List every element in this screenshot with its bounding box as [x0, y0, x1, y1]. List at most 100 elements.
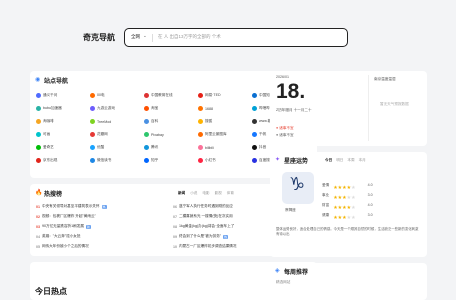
hot-title: 内蒙古一厂区爆炸初步调查结果情况: [179, 244, 237, 248]
hot-title: 网传大年份被小个之后的情况: [42, 244, 89, 248]
site-link[interactable]: Pixabay: [144, 132, 164, 137]
site-link[interactable]: 00电: [90, 93, 105, 98]
site-link[interactable]: 小红书: [198, 158, 216, 163]
site-icon: [144, 145, 149, 150]
site-link[interactable]: 抖音: [252, 145, 266, 150]
hot-item[interactable]: 04 英媒："大云奔"逗小女抚: [36, 234, 81, 239]
site-label: bilibili: [205, 145, 214, 150]
search-scope[interactable]: 全网: [131, 34, 140, 40]
hot-item[interactable]: 10 内蒙古一厂区爆炸初步调查结果情况: [173, 244, 237, 249]
site-label: 网易·TED: [205, 93, 221, 97]
sign-image: ♑: [282, 172, 314, 204]
tab-tv[interactable]: 影视: [215, 191, 222, 196]
site-link[interactable]: bilibili: [198, 145, 214, 150]
site-link[interactable]: 搜狐: [198, 119, 212, 124]
site-label: 优酷: [97, 145, 105, 149]
capricorn-icon: ♑: [289, 174, 306, 194]
horoscope-card: ✦ 星座运势 今日 明日 本周 本月 ♑ 摩羯座 爱情 ★★★★★ 4.0 事业 ★★★…: [270, 152, 427, 257]
card-title: 热搜榜: [44, 192, 63, 198]
compass-icon: ◉: [35, 77, 41, 83]
site-icon: [144, 158, 149, 163]
site-icon: [36, 106, 41, 111]
site-link[interactable]: 通义千问: [36, 93, 57, 98]
hot-tabs: 新闻 小说 电影 影视 体育: [178, 191, 234, 196]
site-link[interactable]: 九游云游戏: [90, 106, 115, 111]
site-icon: [144, 119, 149, 124]
site-link[interactable]: 优酷: [90, 145, 104, 150]
site-link[interactable]: 千帆: [252, 132, 266, 137]
site-label: 搜狐: [205, 119, 213, 123]
horoscope-score: 3.0: [367, 213, 373, 217]
chevron-down-icon[interactable]: ⌄: [143, 33, 147, 39]
site-link[interactable]: 淘宝: [144, 106, 158, 111]
site-link[interactable]: 可画: [36, 132, 50, 137]
hot-rank: 03: [36, 224, 40, 229]
hot-rank: 06: [173, 204, 177, 209]
search-input[interactable]: 在 人 出自13万字的全部的 个术: [158, 34, 221, 40]
site-link[interactable]: 爱奇艺: [36, 145, 54, 150]
tab-tomorrow[interactable]: 明日: [336, 158, 343, 163]
site-logo[interactable]: 奇克导航: [83, 32, 115, 43]
site-link[interactable]: 网易·TED: [198, 93, 221, 98]
search-box[interactable]: 全网 ⌄ 在 人 出自13万字的全部的 个术: [124, 28, 348, 47]
site-icon: [198, 119, 203, 124]
site-icon: [252, 106, 257, 111]
hot-title: 中央有关领导对甚至平建筑表示关怀: [42, 204, 100, 208]
site-label: 腾讯: [151, 145, 159, 149]
site-link[interactable]: 中国教育在线: [144, 93, 173, 98]
weekly-recommend-card: ◈ 每周推荐 精选网站: [270, 263, 427, 300]
hot-item[interactable]: 02 视频：包裹厂区爆炸 升起"黄雨云": [36, 214, 96, 219]
site-label: 京东出现: [43, 158, 58, 162]
site-label: 抖音: [259, 145, 267, 149]
site-label: 淘宝: [151, 106, 159, 110]
calendar-day: 18.: [276, 80, 305, 104]
site-label: 阿里云景图库: [205, 132, 227, 136]
hot-title: 视频：包裹厂区爆炸 升起"黄雨云": [42, 214, 96, 218]
hot-item[interactable]: 08 1kg黄金(kg)办(kg)将会·全面车上了: [173, 224, 234, 229]
site-link[interactable]: 微信读书: [90, 158, 111, 163]
site-link[interactable]: 知乎: [144, 158, 158, 163]
hot-item[interactable]: 06 遂宁军人执行任务时遇到刚的反应: [173, 204, 233, 209]
lunar-date: Z历年腊月 十一月二十: [276, 108, 312, 112]
site-icon: [252, 119, 257, 124]
site-label: 知乎: [151, 158, 159, 162]
site-link[interactable]: 京东出现: [36, 158, 57, 163]
site-icon: [90, 106, 95, 111]
site-link[interactable]: TreeMod: [90, 119, 111, 124]
card-title: 星座运势: [284, 159, 309, 165]
tab-novel[interactable]: 小说: [190, 191, 197, 196]
calendar-month: 2026/01: [276, 75, 289, 79]
hot-rank: 10: [173, 244, 177, 249]
site-icon: [90, 132, 95, 137]
rocket-icon: ◈: [275, 268, 280, 274]
hot-title: 终会到了什么是"被为劳务": [179, 234, 222, 238]
site-label: 00电: [97, 93, 105, 97]
site-icon: [90, 145, 95, 150]
tab-today[interactable]: 今日: [325, 158, 332, 163]
tab-sports[interactable]: 体育: [227, 191, 234, 196]
top-bar: 奇克导航 全网 ⌄ 在 人 出自13万字的全部的 个术: [0, 0, 456, 64]
tab-month[interactable]: 本月: [359, 158, 366, 163]
hot-rank: 01: [36, 204, 40, 209]
site-link[interactable]: 花瓣网: [90, 132, 108, 137]
fire-icon: 🔥: [35, 190, 43, 196]
site-link[interactable]: 腾讯: [144, 145, 158, 150]
hot-item[interactable]: 07 二模喜销系光 一楼情(快)在次实用: [173, 214, 233, 219]
star-icon: ✦: [275, 157, 281, 163]
hot-title: 二模喜销系光 一楼情(快)在次实用: [179, 214, 233, 218]
site-link[interactable]: 百科: [144, 119, 158, 124]
hot-rank: 04: [36, 234, 40, 239]
site-link[interactable]: 阿里云景图库: [198, 132, 227, 137]
site-icon: [144, 106, 149, 111]
site-link[interactable]: 1688: [198, 106, 213, 111]
site-link[interactable]: bubu加速器: [36, 106, 62, 111]
tab-movie[interactable]: 电影: [202, 191, 209, 196]
tab-week[interactable]: 本周: [347, 158, 354, 163]
hot-item[interactable]: 01 中央有关领导对甚至平建筑表示关怀热: [36, 204, 107, 209]
hot-item[interactable]: 03 90万亿无量跌容折1刷发展新: [36, 224, 91, 229]
hot-item[interactable]: 05 网传大年份被小个之后的情况: [36, 244, 89, 249]
hot-item[interactable]: 09 终会到了什么是"被为劳务" 热: [173, 234, 229, 239]
tab-news[interactable]: 新闻: [178, 191, 185, 196]
site-label: 九游云游戏: [97, 106, 115, 110]
site-link[interactable]: 淘咖啡: [36, 119, 54, 124]
